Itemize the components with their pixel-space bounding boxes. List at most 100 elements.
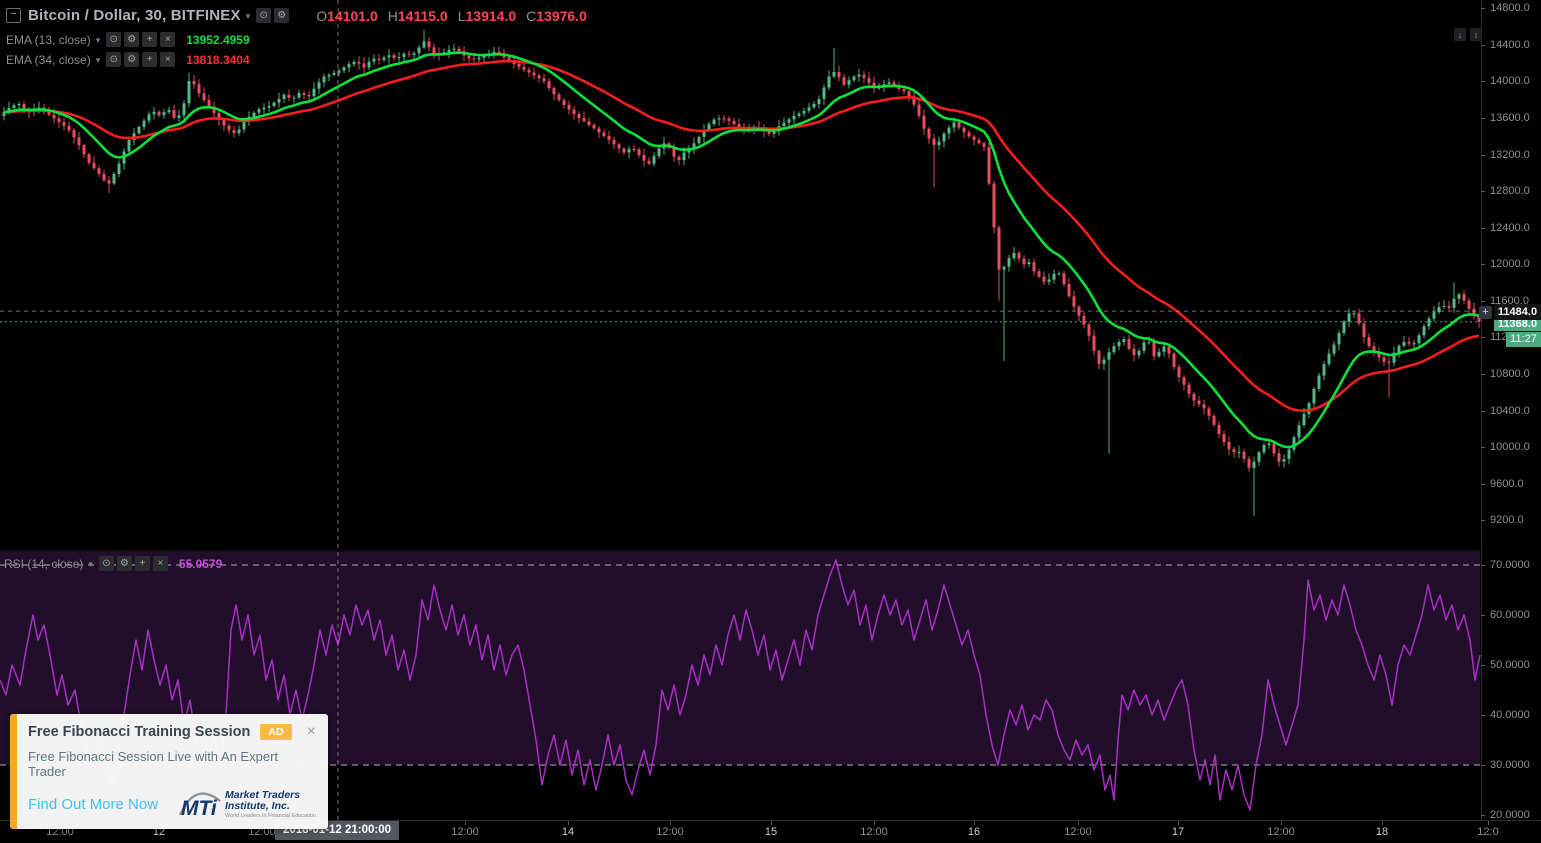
axis-price-label: 40.0000 bbox=[1490, 709, 1530, 721]
gear-icon[interactable]: ⚙ bbox=[116, 556, 132, 571]
eye-icon[interactable]: ⊙ bbox=[98, 556, 114, 571]
time-axis-tick bbox=[1281, 821, 1282, 825]
price-axis-tick bbox=[1481, 81, 1485, 82]
close-icon[interactable]: × bbox=[152, 556, 168, 571]
close-icon[interactable]: × bbox=[160, 52, 176, 67]
axis-price-label: 14000.0 bbox=[1490, 75, 1530, 87]
trading-chart-app: 14800.0 14400.0 14000.0 13600.0 13200.0 12800… bbox=[0, 0, 1541, 843]
chevron-down-icon[interactable]: ▾ bbox=[96, 35, 101, 46]
time-axis-tick bbox=[1078, 821, 1079, 825]
price-axis-tick bbox=[1481, 45, 1485, 46]
price-axis-tick bbox=[1481, 228, 1485, 229]
price-axis-tick bbox=[1481, 565, 1485, 566]
low-value: 13914.0 bbox=[465, 7, 517, 24]
gear-icon[interactable]: ⚙ bbox=[124, 52, 140, 67]
symbol-title[interactable]: Bitcoin / Dollar, 30, BITFINEX bbox=[28, 7, 241, 24]
axis-price-label: 14800.0 bbox=[1490, 2, 1530, 14]
bar-countdown-label: 11:27 bbox=[1506, 332, 1541, 347]
gear-icon[interactable]: ⚙ bbox=[274, 8, 290, 23]
axis-price-label: 9200.0 bbox=[1490, 514, 1524, 526]
axis-time-label: 12:00 bbox=[451, 826, 479, 838]
plus-icon[interactable]: + bbox=[134, 556, 150, 571]
indicator-row-ema13: EMA (13, close) ▾ ⊙ ⚙ + × 13952.4959 bbox=[6, 32, 250, 47]
price-axis-tick bbox=[1481, 8, 1485, 9]
axis-price-label: 10400.0 bbox=[1490, 405, 1530, 417]
indicator-value: 55.0579 bbox=[178, 556, 223, 571]
axis-time-label: 16 bbox=[967, 826, 981, 838]
indicator-value: 13952.4959 bbox=[186, 32, 250, 47]
price-axis-tick bbox=[1481, 520, 1485, 521]
time-axis-tick bbox=[974, 821, 975, 825]
axis-price-label: 12400.0 bbox=[1490, 222, 1530, 234]
time-axis-tick bbox=[465, 821, 466, 825]
axis-time-label: 12:00 bbox=[1267, 826, 1295, 838]
axis-price-label: 12800.0 bbox=[1490, 185, 1530, 197]
axis-price-label: 70.0000 bbox=[1490, 559, 1530, 571]
ad-badge: AD bbox=[260, 724, 292, 740]
price-axis-tick bbox=[1481, 301, 1485, 302]
open-value: 14101.0 bbox=[327, 7, 378, 24]
scale-arrows-updown-icon[interactable]: ↕ bbox=[1470, 28, 1482, 41]
mti-logo-tagline: World Leaders in Financial Education bbox=[224, 812, 316, 819]
scale-arrow-down-icon[interactable]: ↓ bbox=[1454, 28, 1466, 41]
indicator-label[interactable]: EMA (13, close) bbox=[6, 33, 91, 47]
time-axis-tick bbox=[670, 821, 671, 825]
plus-icon[interactable]: + bbox=[142, 52, 158, 67]
price-axis-tick bbox=[1481, 615, 1485, 616]
time-axis-tick bbox=[1488, 821, 1489, 825]
mti-logo-line1: Market Traders bbox=[224, 788, 301, 801]
axis-time-label: 12:00 bbox=[656, 826, 684, 838]
ad-cta-link[interactable]: Find Out More Now bbox=[28, 796, 158, 813]
ad-accent-stripe bbox=[10, 714, 17, 829]
close-value: 13976.0 bbox=[536, 7, 587, 24]
indicator-label[interactable]: RSI (14, close) bbox=[4, 557, 83, 571]
axis-time-label: 14 bbox=[561, 826, 575, 838]
indicator-value: 13818.3404 bbox=[186, 52, 250, 67]
eye-icon[interactable]: ⊙ bbox=[256, 8, 272, 23]
high-value: 14115.0 bbox=[397, 7, 448, 24]
price-axis-tick bbox=[1481, 815, 1485, 816]
price-axis-tick bbox=[1481, 715, 1485, 716]
ad-body-text: Free Fibonacci Session Live with An Expe… bbox=[28, 749, 279, 779]
time-axis-tick bbox=[771, 821, 772, 825]
axis-price-label: 12000.0 bbox=[1490, 258, 1530, 270]
close-icon[interactable]: × bbox=[160, 32, 176, 47]
add-alert-plus-button[interactable]: + bbox=[1479, 306, 1492, 319]
price-axis-tick bbox=[1481, 155, 1485, 156]
axis-time-label: 15 bbox=[764, 826, 778, 838]
price-axis-tick bbox=[1481, 264, 1485, 265]
crosshair-price-label: 11484.0 bbox=[1494, 304, 1541, 320]
axis-price-label: 9600.0 bbox=[1490, 478, 1524, 490]
ad-panel: Free Fibonacci Training Session AD × Fre… bbox=[10, 714, 328, 829]
eye-icon[interactable]: ⊙ bbox=[106, 52, 122, 67]
low-label: L bbox=[457, 7, 466, 24]
price-axis-tick bbox=[1481, 665, 1485, 666]
price-axis-tick bbox=[1481, 411, 1485, 412]
axis-time-label: 17 bbox=[1171, 826, 1185, 838]
price-axis-tick bbox=[1481, 374, 1485, 375]
mti-logo-line2: Institute, Inc. bbox=[224, 799, 290, 812]
chevron-down-icon[interactable]: ▾ bbox=[88, 559, 93, 570]
chevron-down-icon[interactable]: ▾ bbox=[246, 11, 251, 22]
indicator-label[interactable]: EMA (34, close) bbox=[6, 53, 91, 67]
open-label: O bbox=[316, 7, 328, 24]
chevron-down-icon[interactable]: ▾ bbox=[96, 55, 101, 66]
time-axis-tick bbox=[1382, 821, 1383, 825]
collapse-pane-icon[interactable]: − bbox=[6, 8, 21, 23]
axis-price-label: 10800.0 bbox=[1490, 368, 1530, 380]
indicator-row-ema34: EMA (34, close) ▾ ⊙ ⚙ + × 13818.3404 bbox=[6, 52, 250, 67]
gear-icon[interactable]: ⚙ bbox=[124, 32, 140, 47]
plus-icon[interactable]: + bbox=[142, 32, 158, 47]
axis-price-label: 30.0000 bbox=[1490, 759, 1530, 771]
axis-price-label: 50.0000 bbox=[1490, 659, 1530, 671]
eye-icon[interactable]: ⊙ bbox=[106, 32, 122, 47]
time-axis-tick bbox=[1178, 821, 1179, 825]
price-axis-tick bbox=[1481, 337, 1485, 338]
axis-time-label: 12:00 bbox=[860, 826, 888, 838]
high-label: H bbox=[387, 7, 398, 24]
price-axis-tick bbox=[1481, 191, 1485, 192]
axis-price-label: 14400.0 bbox=[1490, 39, 1530, 51]
ad-title: Free Fibonacci Training Session bbox=[28, 724, 251, 740]
axis-time-label: 18 bbox=[1375, 826, 1389, 838]
close-icon[interactable]: × bbox=[307, 724, 316, 740]
